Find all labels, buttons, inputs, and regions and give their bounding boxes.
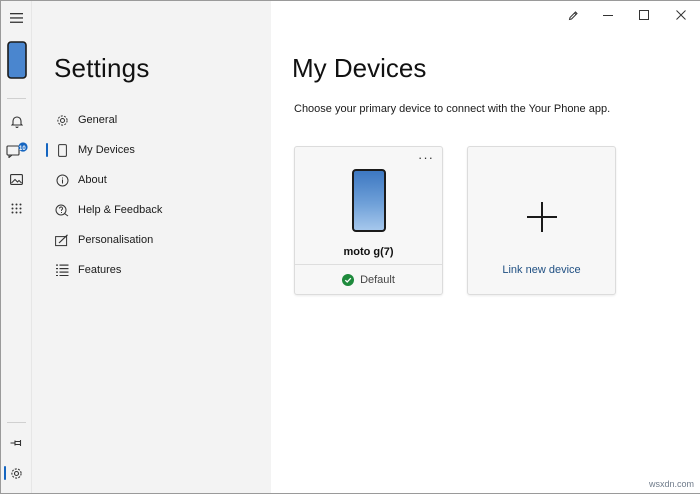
- hamburger-menu-icon[interactable]: [1, 4, 32, 32]
- page-subtitle: Choose your primary device to connect wi…: [294, 103, 611, 115]
- left-rail: 10: [1, 1, 32, 493]
- settings-nav-pane: Settings General My Devices About Help &…: [32, 1, 271, 493]
- info-icon: [55, 173, 69, 187]
- device-card[interactable]: ··· moto g(7) Default: [294, 146, 443, 295]
- watermark: wsxdn.com: [648, 479, 694, 489]
- link-new-device-label: Link new device: [502, 264, 581, 276]
- nav-item-personalisation[interactable]: Personalisation: [46, 226, 256, 254]
- photos-icon[interactable]: [1, 165, 32, 193]
- settings-title: Settings: [54, 53, 150, 83]
- nav-item-general[interactable]: General: [46, 106, 256, 134]
- features-list-icon: [55, 263, 69, 277]
- nav-item-help-feedback[interactable]: Help & Feedback: [46, 196, 256, 224]
- close-icon[interactable]: [662, 1, 700, 29]
- nav-item-features[interactable]: Features: [46, 256, 256, 284]
- rail-divider: [7, 98, 26, 99]
- default-status: Default: [295, 265, 442, 294]
- nav-item-label: My Devices: [78, 144, 135, 156]
- gear-icon: [55, 113, 69, 127]
- active-indicator: [4, 466, 6, 480]
- phone-image: [352, 169, 386, 232]
- page-title: My Devices: [292, 53, 427, 83]
- nav-item-label: About: [78, 174, 107, 186]
- plus-icon: [527, 202, 557, 237]
- nav-item-my-devices[interactable]: My Devices: [46, 136, 256, 164]
- personalisation-icon: [55, 233, 69, 247]
- phone-icon: [55, 143, 69, 157]
- phone-thumbnail[interactable]: [1, 39, 32, 81]
- messages-icon[interactable]: 10: [1, 136, 32, 164]
- nav-item-label: Personalisation: [78, 234, 154, 246]
- main-content: My Devices Choose your primary device to…: [271, 1, 700, 493]
- nav-item-label: Help & Feedback: [78, 204, 163, 216]
- device-name: moto g(7): [343, 246, 394, 258]
- pen-icon[interactable]: [556, 1, 590, 29]
- nav-item-label: Features: [78, 264, 122, 276]
- nav-item-about[interactable]: About: [46, 166, 256, 194]
- link-new-device-card[interactable]: Link new device: [467, 146, 616, 295]
- default-status-label: Default: [360, 273, 395, 286]
- title-bar-controls: [556, 1, 700, 29]
- bell-icon[interactable]: [1, 107, 32, 135]
- maximize-icon[interactable]: [626, 1, 662, 29]
- minimize-icon[interactable]: [590, 1, 626, 29]
- app-window: 10 Settings General My Devices About Hel…: [0, 0, 700, 494]
- rail-divider-bottom: [7, 422, 26, 423]
- checkmark-icon: [342, 273, 355, 286]
- help-chat-icon: [55, 203, 69, 217]
- rail-settings-gear-icon[interactable]: [1, 459, 32, 487]
- messages-badge: 10: [19, 146, 26, 152]
- apps-grid-icon[interactable]: [1, 194, 32, 222]
- pin-icon[interactable]: [1, 429, 32, 457]
- nav-item-label: General: [78, 114, 118, 126]
- more-options-button[interactable]: ···: [418, 151, 434, 164]
